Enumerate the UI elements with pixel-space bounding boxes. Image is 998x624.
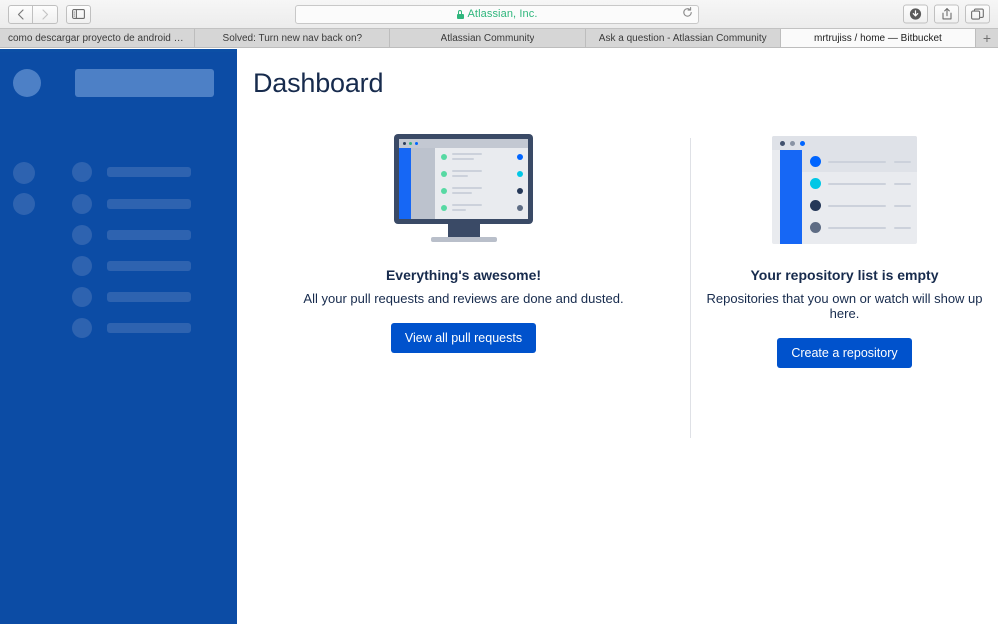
skeleton-item-bar: [107, 199, 191, 209]
tab-label: Atlassian Community: [440, 32, 535, 44]
skeleton-header-bar: [75, 69, 214, 97]
browser-tab-active[interactable]: mrtrujiss / home — Bitbucket: [780, 29, 977, 47]
address-bar-container: Atlassian, Inc.: [295, 4, 699, 24]
skeleton-avatar-circle: [13, 69, 41, 97]
view-all-pull-requests-button[interactable]: View all pull requests: [390, 323, 537, 353]
address-bar[interactable]: Atlassian, Inc.: [295, 4, 699, 24]
navigation-buttons: [8, 4, 91, 24]
sidebar-loading-skeleton: [0, 49, 237, 624]
back-icon[interactable]: [8, 4, 33, 24]
skeleton-rail-circle: [13, 193, 35, 215]
lock-icon: [456, 9, 464, 19]
downloads-icon[interactable]: [903, 4, 928, 24]
panel-subtitle: Repositories that you own or watch will …: [706, 291, 983, 321]
tab-label: como descargar proyecto de android bit..…: [8, 32, 187, 44]
panel-title: Everything's awesome!: [385, 267, 542, 283]
repository-illustration-wrap: [691, 124, 998, 244]
skeleton-item-circle: [72, 287, 92, 307]
main-content: Dashboard Everything's awesome! All your…: [237, 49, 998, 624]
panel-title: Your repository list is empty: [750, 267, 939, 283]
skeleton-item-bar: [107, 167, 191, 177]
sidebar-toggle-icon[interactable]: [66, 4, 91, 24]
skeleton-item-bar: [107, 230, 191, 240]
browser-tab[interactable]: como descargar proyecto de android bit..…: [0, 29, 196, 47]
monitor-illustration-wrap: [237, 124, 690, 244]
share-icon[interactable]: [934, 4, 959, 24]
panel-subtitle: All your pull requests and reviews are d…: [303, 291, 624, 306]
browser-tab[interactable]: Solved: Turn new nav back on?: [195, 29, 391, 47]
skeleton-item-circle: [72, 225, 92, 245]
create-repository-button[interactable]: Create a repository: [777, 338, 912, 368]
browser-tab[interactable]: Ask a question - Atlassian Community: [585, 29, 781, 47]
bitbucket-dashboard-page: Dashboard Everything's awesome! All your…: [0, 49, 998, 624]
forward-icon[interactable]: [33, 4, 58, 24]
page-title: Dashboard: [253, 68, 384, 98]
reload-icon[interactable]: [682, 5, 693, 23]
browser-window: Atlassian, Inc. como descargar proyecto …: [0, 0, 998, 624]
skeleton-item-bar: [107, 261, 191, 271]
skeleton-item-bar: [107, 323, 191, 333]
skeleton-item-circle: [72, 162, 92, 182]
monitor-illustration: [394, 134, 533, 244]
pull-requests-panel: Everything's awesome! All your pull requ…: [237, 124, 690, 353]
skeleton-item-circle: [72, 318, 92, 338]
skeleton-item-circle: [72, 256, 92, 276]
page-load-progress-bar: [0, 49, 237, 52]
tab-label: Ask a question - Atlassian Community: [598, 32, 767, 44]
skeleton-item-circle: [72, 194, 92, 214]
browser-tab[interactable]: Atlassian Community: [390, 29, 586, 47]
browser-toolbar: Atlassian, Inc.: [0, 0, 998, 29]
tab-label: mrtrujiss / home — Bitbucket: [814, 32, 942, 44]
address-bar-text: Atlassian, Inc.: [467, 8, 538, 20]
skeleton-item-bar: [107, 292, 191, 302]
repository-window-illustration: [772, 136, 917, 244]
tab-bar: como descargar proyecto de android bit..…: [0, 29, 998, 48]
new-tab-button[interactable]: +: [976, 29, 998, 47]
skeleton-rail-circle: [13, 162, 35, 184]
repositories-panel: Your repository list is empty Repositori…: [691, 124, 998, 368]
tab-overview-icon[interactable]: [965, 4, 990, 24]
tab-label: Solved: Turn new nav back on?: [222, 32, 363, 44]
toolbar-right-buttons: [903, 4, 990, 24]
